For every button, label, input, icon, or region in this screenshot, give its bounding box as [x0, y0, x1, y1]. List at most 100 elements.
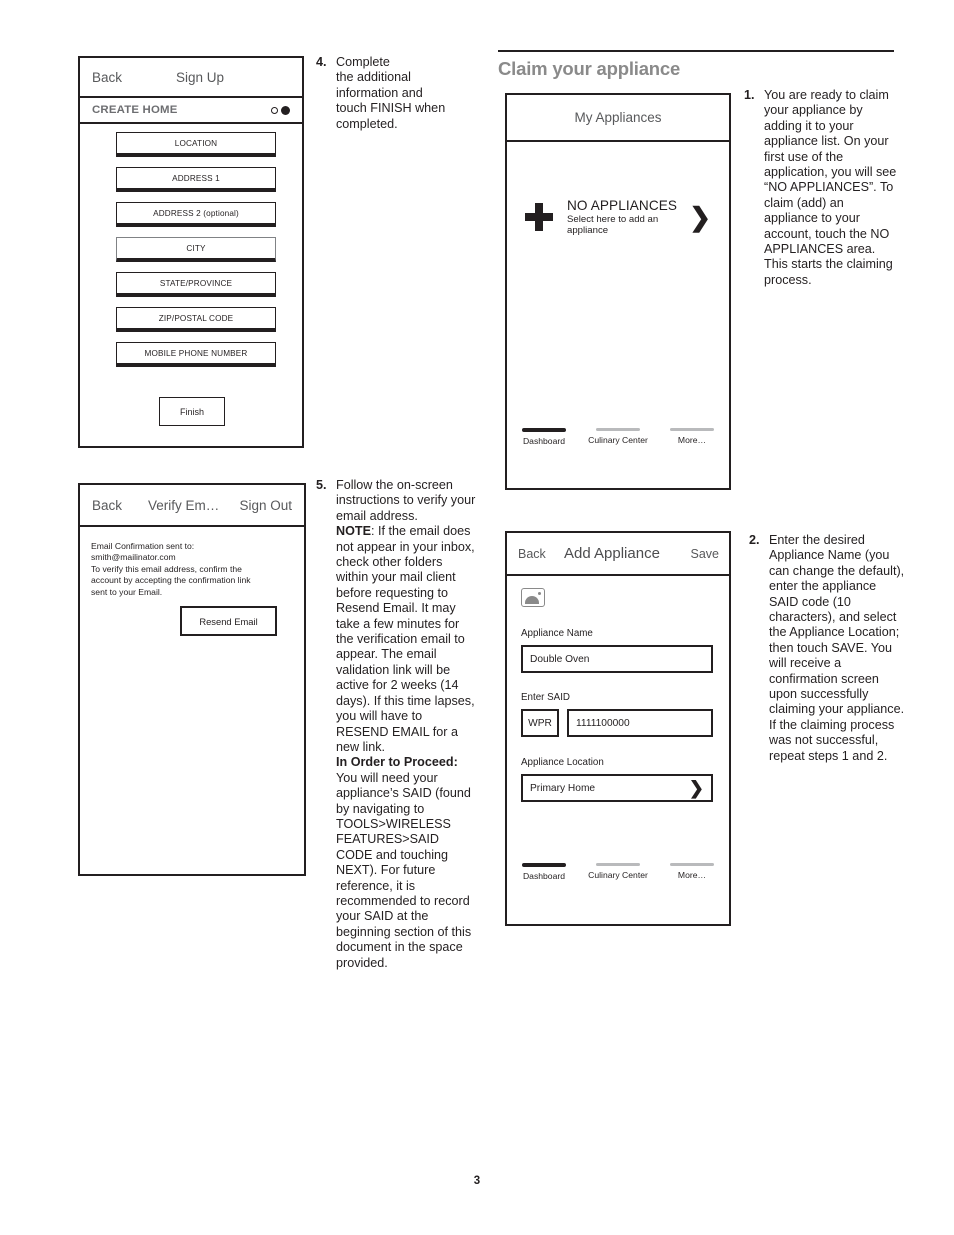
step-5: 5. Follow the on-screen instructions to … [316, 478, 476, 971]
appliance-location-select[interactable]: Primary Home ❯ [521, 774, 713, 802]
said-value: 1111100000 [576, 717, 630, 729]
verify-email-line-2: smith@mailinator.com [91, 552, 176, 563]
step-5-note: NOTE: If the email does not appear in yo… [336, 524, 476, 755]
tab-dashboard-indicator [522, 428, 566, 432]
create-home-phone-mockup: Back Sign Up CREATE HOME LOCATION ADDRES… [78, 56, 304, 448]
tab-more[interactable]: More… [655, 863, 729, 881]
tab-culinary-center-indicator [596, 863, 640, 866]
tab-dashboard[interactable]: Dashboard [507, 863, 581, 881]
field-location-label: LOCATION [174, 138, 218, 148]
step-4-line-5: completed. [336, 116, 398, 131]
tab-dashboard-label: Dashboard [522, 871, 566, 881]
step-1-number: 1. [744, 88, 755, 102]
step-4-number: 4. [316, 55, 327, 69]
step-2: 2. Enter the desired Appliance Name (you… [749, 533, 905, 764]
create-home-subheader-label: CREATE HOME [92, 104, 178, 116]
appliance-name-input[interactable]: Double Oven [521, 645, 713, 673]
verify-email-line-1: Email Confirmation sent to: [91, 541, 195, 551]
tab-culinary-center-indicator [596, 428, 640, 431]
step-2-body: Enter the desired Appliance Name (you ca… [769, 533, 905, 764]
field-city[interactable]: CITY [116, 237, 276, 262]
finish-button[interactable]: Finish [159, 397, 225, 426]
create-home-subheader: CREATE HOME [80, 98, 302, 124]
verify-email-line-4: account by accepting the confirmation li… [91, 575, 251, 586]
field-zip-postal-code-label: ZIP/POSTAL CODE [158, 313, 234, 323]
verify-email-body: Email Confirmation sent to: smith@mailin… [91, 541, 296, 598]
step-5-note-label: NOTE [336, 524, 371, 539]
step-5-number: 5. [316, 478, 327, 492]
tab-culinary-center-label: Culinary Center [588, 870, 648, 880]
step-dots [271, 105, 290, 115]
tab-more[interactable]: More… [655, 428, 729, 446]
tab-culinary-center[interactable]: Culinary Center [581, 863, 655, 881]
save-button[interactable]: Save [691, 547, 720, 561]
verify-email-line-5: sent to your Email. [91, 586, 163, 597]
said-label: Enter SAID [521, 692, 571, 703]
tab-dashboard[interactable]: Dashboard [507, 428, 581, 446]
back-button[interactable]: Back [518, 547, 546, 561]
back-button[interactable]: Back [92, 498, 122, 513]
tab-dashboard-label: Dashboard [522, 436, 566, 446]
add-appliance-phone-mockup: Back Add Appliance Save Appliance Name D… [505, 531, 731, 926]
appliance-photo-icon[interactable] [521, 588, 545, 607]
step-4: 4. Complete the additional information a… [316, 55, 476, 132]
verify-email-nav-title: Verify Em… [148, 497, 220, 513]
step-5-proceed-body: You will need your appliance’s SAID (fou… [336, 770, 472, 970]
field-mobile-phone-number[interactable]: MOBILE PHONE NUMBER [116, 342, 276, 367]
tab-more-indicator [670, 428, 714, 431]
appliance-name-value: Double Oven [530, 653, 590, 665]
step-2-number: 2. [749, 533, 760, 547]
verify-email-line-3: To verify this email address, confirm th… [91, 563, 242, 574]
step-1: 1. You are ready to claim your appliance… [744, 88, 900, 288]
step-4-line-1: Complete [336, 55, 390, 69]
add-appliance-navbar: Back Add Appliance Save [507, 533, 729, 576]
field-state-province[interactable]: STATE/PROVINCE [116, 272, 276, 297]
finish-button-label: Finish [179, 406, 204, 417]
my-appliances-phone-mockup: My Appliances NO APPLIANCES Select here … [505, 93, 731, 490]
field-address-1-label: ADDRESS 1 [172, 173, 220, 183]
tab-culinary-center[interactable]: Culinary Center [581, 428, 655, 446]
document-page: Back Sign Up CREATE HOME LOCATION ADDRES… [0, 0, 954, 1235]
step-5-body: Follow the on-screen instructions to ver… [336, 478, 476, 971]
resend-email-button[interactable]: Resend Email [180, 606, 277, 636]
tab-more-label: More… [677, 435, 707, 445]
chevron-right-icon[interactable]: ❯ [689, 204, 711, 230]
said-input[interactable]: 1111100000 [567, 709, 713, 737]
chevron-right-icon[interactable]: ❯ [689, 779, 704, 797]
my-appliances-nav-title: My Appliances [574, 110, 662, 125]
step-4-body: Complete the additional information and … [336, 55, 476, 132]
create-home-nav-title: Sign Up [176, 69, 225, 85]
verify-email-phone-mockup: Back Verify Em… Sign Out Email Confirmat… [78, 483, 306, 876]
field-address-2[interactable]: ADDRESS 2 (optional) [116, 202, 276, 227]
field-state-province-label: STATE/PROVINCE [159, 278, 233, 288]
step-4-line-3: information and [336, 85, 423, 100]
appliance-name-label: Appliance Name [521, 628, 593, 639]
no-appliances-subtitle: Select here to add an appliance [567, 214, 659, 236]
field-mobile-phone-number-label: MOBILE PHONE NUMBER [144, 348, 248, 358]
no-appliances-title: NO APPLIANCES [567, 198, 678, 213]
step-5-proceed: In Order to Proceed: You will need your … [336, 755, 476, 971]
section-title: Claim your appliance [498, 58, 681, 79]
appliance-location-label: Appliance Location [521, 757, 604, 768]
appliance-location-value: Primary Home [530, 782, 596, 794]
section-rule [498, 50, 894, 52]
field-address-1[interactable]: ADDRESS 1 [116, 167, 276, 192]
tab-culinary-center-label: Culinary Center [588, 435, 648, 445]
field-address-2-label: ADDRESS 2 (optional) [153, 208, 239, 218]
step-5-note-body: : If the email does not appear in your i… [336, 524, 475, 754]
said-prefix-field: WPR [521, 709, 559, 737]
add-appliance-nav-title: Add Appliance [564, 545, 660, 562]
field-zip-postal-code[interactable]: ZIP/POSTAL CODE [116, 307, 276, 332]
step-dot-2-icon [281, 105, 290, 115]
field-location[interactable]: LOCATION [116, 132, 276, 157]
no-appliances-row[interactable]: NO APPLIANCES Select here to add an appl… [525, 198, 711, 236]
step-1-body: You are ready to claim your appliance by… [764, 88, 900, 288]
sign-out-button[interactable]: Sign Out [239, 498, 292, 513]
tab-more-label: More… [677, 870, 707, 880]
said-prefix-value: WPR [528, 717, 552, 729]
field-city-label: CITY [186, 243, 206, 253]
step-2-paragraph: Enter the desired Appliance Name (you ca… [769, 533, 905, 763]
tab-more-indicator [670, 863, 714, 866]
step-4-line-4: touch FINISH when [336, 101, 446, 116]
back-button[interactable]: Back [92, 70, 122, 85]
